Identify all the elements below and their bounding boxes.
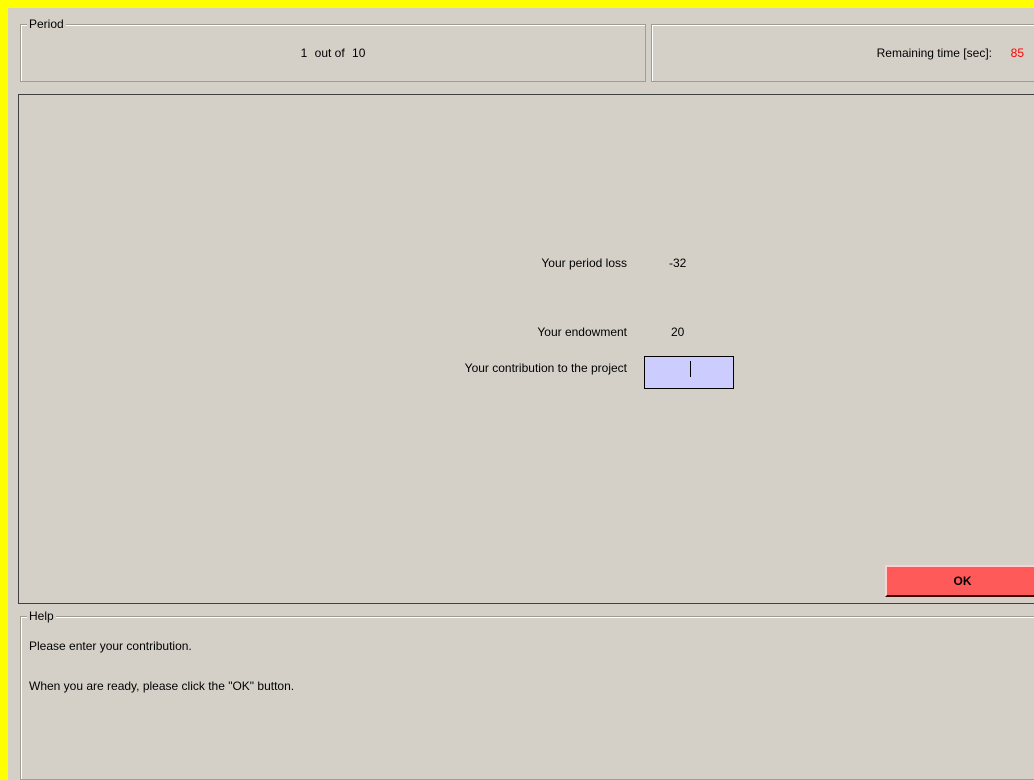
help-text-line-2: When you are ready, please click the "OK… [29, 679, 295, 693]
ok-button[interactable]: OK [885, 565, 1034, 597]
help-group: Help Please enter your contribution. Whe… [20, 609, 1034, 780]
contribution-label: Your contribution to the project [464, 361, 627, 375]
contribution-input[interactable] [644, 356, 734, 389]
text-caret [690, 361, 691, 377]
help-text-line-1: Please enter your contribution. [29, 639, 192, 653]
remaining-time-value: 85 [1010, 46, 1024, 60]
period-group-title: Period [27, 17, 66, 31]
timer-group: Remaining time [sec]: 85 [651, 24, 1034, 82]
endowment-value: 20 [671, 325, 685, 339]
experiment-window: Period 1 out of 10 Remaining time [sec]:… [8, 8, 1034, 780]
period-counter: 1 out of 10 [21, 46, 645, 60]
period-out-of-label: out of [314, 46, 345, 60]
period-current: 1 [300, 46, 308, 60]
period-group: Period 1 out of 10 [20, 17, 646, 82]
period-total: 10 [352, 46, 366, 60]
decision-panel: Your period loss -32 Your endowment 20 Y… [18, 94, 1034, 604]
help-group-title: Help [27, 609, 56, 623]
period-loss-label: Your period loss [541, 256, 627, 270]
period-loss-value: -32 [669, 256, 687, 270]
endowment-label: Your endowment [537, 325, 627, 339]
remaining-time-label: Remaining time [sec]: [876, 46, 992, 60]
